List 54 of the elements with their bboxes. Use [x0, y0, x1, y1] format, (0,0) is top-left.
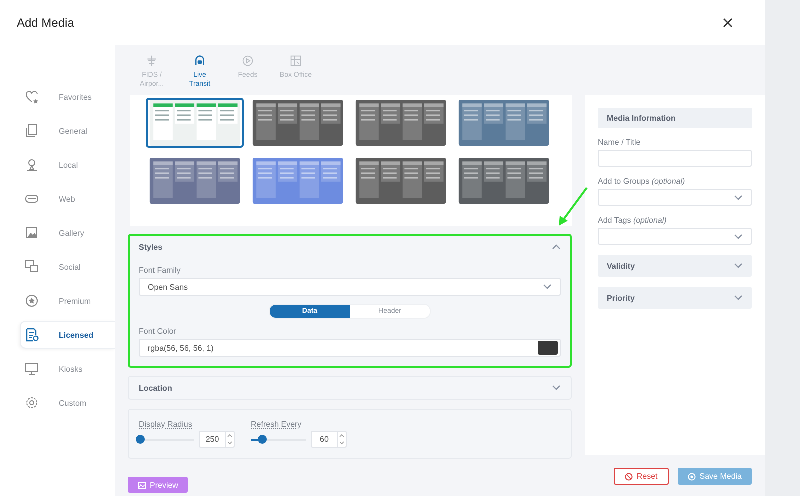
heart-star-icon	[25, 90, 39, 104]
section-header[interactable]: Priority	[598, 287, 752, 309]
dialog-title: Add Media	[17, 16, 74, 30]
reset-button[interactable]: Reset	[614, 468, 669, 485]
sidebar-item[interactable]: General	[20, 117, 115, 145]
field-label: Name / Title	[598, 138, 642, 147]
field-label: Add Tags (optional)	[598, 216, 668, 225]
sidebar-item[interactable]: Premium	[20, 287, 115, 315]
field-label: Font Color	[139, 327, 178, 336]
number-field[interactable]: 250	[199, 431, 235, 448]
sidebar-item[interactable]: Licensed	[20, 321, 115, 349]
select-field[interactable]	[598, 228, 752, 245]
input-field[interactable]	[598, 150, 752, 167]
documents-icon	[25, 124, 39, 138]
section-title[interactable]: Styles	[139, 242, 163, 252]
annotation-arrow	[556, 186, 590, 228]
target-icon	[688, 472, 696, 480]
panel-header: Media Information	[598, 108, 752, 128]
map-pin-icon	[25, 158, 39, 172]
select-field[interactable]	[598, 189, 752, 206]
play-icon	[242, 55, 254, 67]
field-label: Refresh Every	[251, 420, 303, 429]
image-icon	[138, 482, 146, 488]
sidebar-item[interactable]: Web	[20, 185, 115, 213]
sidebar-item[interactable]: Favorites	[20, 83, 115, 111]
chevron-down-icon	[543, 284, 552, 290]
stepper-arrows-icon[interactable]	[337, 432, 346, 447]
sidebar-item[interactable]: Kiosks	[20, 355, 115, 383]
field-label: Add to Groups (optional)	[598, 177, 686, 186]
template-thumbnail[interactable]	[146, 98, 244, 148]
close-button[interactable]	[721, 16, 735, 30]
font-color-field[interactable]: rgba(56, 56, 56, 1)	[139, 339, 561, 357]
number-field[interactable]: 60	[311, 431, 347, 448]
sidebar-item[interactable]: Local	[20, 151, 115, 179]
preview-button[interactable]: Preview	[128, 477, 188, 493]
prohibited-icon	[624, 472, 633, 480]
chat-icon	[25, 260, 39, 274]
stepper-arrows-icon[interactable]	[225, 432, 234, 447]
field-label: Font Family	[139, 266, 182, 275]
section-header[interactable]: Validity	[598, 255, 752, 277]
section-title[interactable]: Location	[139, 384, 172, 392]
monitor-icon	[25, 362, 39, 376]
settings-icon	[25, 396, 39, 410]
sidebar-item[interactable]: Social	[20, 253, 115, 281]
chevron-down-icon	[734, 234, 743, 240]
chevron-down-icon	[734, 194, 743, 200]
color-swatch[interactable]	[538, 341, 558, 355]
image-icon	[25, 226, 39, 240]
document-icon	[25, 328, 39, 342]
sidebar-item[interactable]: Gallery	[20, 219, 115, 247]
font-family-select[interactable]: Open Sans	[139, 278, 561, 296]
field-label: Display Radius	[139, 420, 194, 429]
transit-icon	[194, 55, 206, 67]
sidebar-item[interactable]: Custom	[20, 389, 115, 417]
